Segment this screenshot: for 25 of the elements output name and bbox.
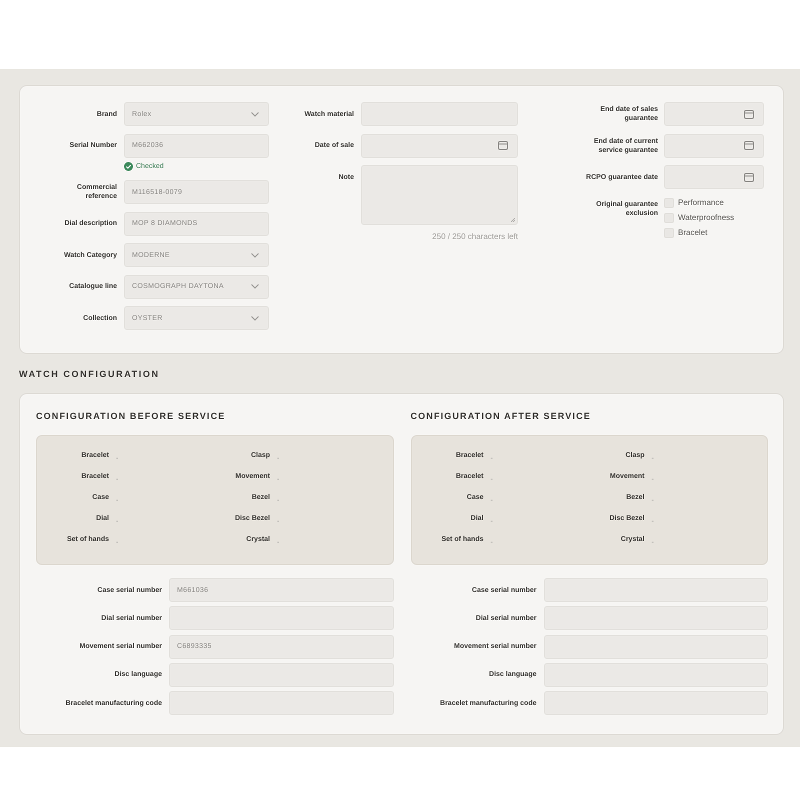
date-field[interactable]	[361, 134, 518, 158]
chevron-down-icon	[251, 284, 259, 289]
calendar-icon	[744, 172, 754, 182]
calendar-icon	[498, 141, 508, 150]
chevron-down-icon	[251, 252, 259, 258]
calendar-icon	[744, 141, 754, 150]
check-circle-icon	[124, 162, 133, 171]
date-field[interactable]	[664, 165, 764, 189]
checkbox-label[interactable]: Waterproofness	[678, 212, 734, 222]
checkbox[interactable]	[664, 212, 674, 222]
checkbox-label[interactable]: Bracelet	[678, 228, 708, 238]
checkbox[interactable]	[664, 198, 674, 208]
character-counter: 250 / 250 characters left	[431, 232, 518, 242]
date-field[interactable]	[664, 134, 764, 158]
resize-handle-icon	[511, 218, 515, 222]
configuration-title: CONFIGURATION AFTER SERVICE	[410, 411, 592, 421]
chevron-down-icon	[251, 316, 259, 320]
section-title: WATCH CONFIGURATION	[19, 369, 161, 379]
checkbox-label[interactable]: Performance	[678, 198, 724, 208]
date-field[interactable]	[664, 102, 764, 126]
configuration-title: CONFIGURATION BEFORE SERVICE	[36, 411, 226, 421]
textarea-field[interactable]	[361, 165, 518, 225]
calendar-icon	[744, 110, 754, 118]
checkbox[interactable]	[664, 228, 674, 238]
chevron-down-icon	[251, 112, 259, 116]
